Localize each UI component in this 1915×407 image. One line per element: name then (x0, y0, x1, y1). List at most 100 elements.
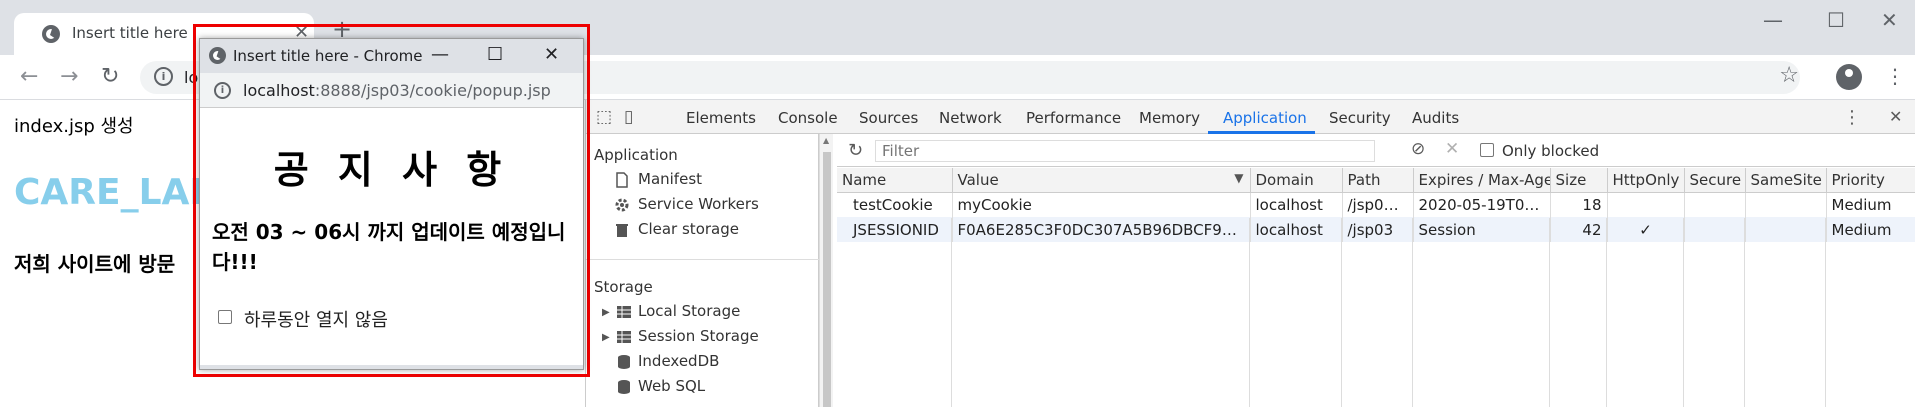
tab-application[interactable]: Application (1223, 109, 1307, 127)
reload-icon[interactable]: ↻ (101, 64, 119, 89)
clear-icon[interactable]: ✕ (1445, 139, 1459, 159)
gear-icon (615, 198, 629, 212)
column-header-secure[interactable]: Secure (1684, 168, 1746, 193)
cell-priority: Medium (1826, 192, 1915, 217)
devtools-panel: ⬚ ▯ Elements Console Sources Network Per… (585, 100, 1915, 407)
care-lab-title: CARE_LAB (14, 172, 217, 213)
cell-httponly (1607, 192, 1685, 217)
inspect-element-icon[interactable]: ⬚ (596, 107, 612, 127)
filter-input[interactable] (875, 140, 1375, 162)
globe-icon (42, 25, 60, 43)
column-divider (1825, 218, 1826, 407)
popup-url-host: localhost (243, 81, 315, 100)
column-divider (1606, 218, 1607, 407)
database-icon (618, 355, 630, 369)
cell-expires: 2020-05-19T00:3... (1413, 192, 1551, 217)
menu-icon[interactable]: ⋮ (1885, 64, 1905, 88)
page-heading: index.jsp 생성 (14, 116, 134, 137)
expand-arrow-icon[interactable]: ▶ (602, 307, 610, 318)
dont-open-today-checkbox[interactable] (218, 310, 232, 324)
sort-desc-icon: ▼ (1234, 171, 1244, 185)
only-blocked-checkbox[interactable] (1480, 143, 1494, 157)
block-icon[interactable]: ⊘ (1411, 139, 1425, 159)
column-header-domain[interactable]: Domain (1250, 168, 1343, 193)
popup-maximize-icon[interactable]: ☐ (487, 44, 503, 65)
profile-icon[interactable] (1836, 64, 1862, 90)
column-header-samesite[interactable]: SameSite (1745, 168, 1827, 193)
grid-icon (617, 331, 631, 343)
popup-address-bar[interactable]: i localhost:8888/jsp03/cookie/popup.jsp (200, 73, 583, 108)
devtools-close-icon[interactable]: ✕ (1889, 107, 1902, 126)
popup-title: Insert title here - Chrome (233, 47, 423, 65)
expand-arrow-icon[interactable]: ▶ (602, 332, 610, 343)
notice-text: 오전 03 ~ 06시 까지 업데이트 예정입니다!!! (212, 220, 566, 274)
popup-body: 공 지 사 항 오전 03 ~ 06시 까지 업데이트 예정입니다!!! 하루동… (200, 109, 583, 369)
star-icon[interactable]: ☆ (1779, 63, 1799, 88)
sidebar-item-manifest[interactable]: Manifest (638, 170, 702, 188)
column-divider (1549, 218, 1550, 407)
column-header-expires[interactable]: Expires / Max-Age (1413, 168, 1551, 193)
tab-elements[interactable]: Elements (686, 109, 756, 127)
sidebar-item-indexeddb[interactable]: IndexedDB (638, 352, 719, 370)
column-divider (1249, 218, 1250, 407)
forward-icon[interactable]: → (60, 64, 78, 89)
tab-performance[interactable]: Performance (1026, 109, 1121, 127)
only-blocked-label: Only blocked (1502, 142, 1600, 160)
trash-icon (616, 224, 628, 237)
sidebar-item-local-storage[interactable]: Local Storage (638, 302, 740, 320)
scrollbar-thumb[interactable] (823, 152, 831, 407)
cell-size: 18 (1550, 192, 1608, 217)
tab-network[interactable]: Network (939, 109, 1002, 127)
column-divider (1744, 218, 1745, 407)
device-toolbar-icon[interactable]: ▯ (624, 107, 633, 127)
column-divider (951, 218, 952, 407)
manifest-icon (616, 172, 628, 188)
sidebar-item-session-storage[interactable]: Session Storage (638, 327, 759, 345)
filter-bar: ↻ ⊘ ✕ Only blocked (837, 134, 1915, 167)
devtools-menu-icon[interactable]: ⋮ (1843, 107, 1861, 128)
database-icon (618, 380, 630, 394)
window-close-icon[interactable]: ✕ (1881, 8, 1898, 32)
sidebar-item-web-sql[interactable]: Web SQL (638, 377, 705, 395)
sidebar-group-application: Application (594, 146, 678, 164)
sidebar-divider (586, 259, 819, 260)
tab-sources[interactable]: Sources (859, 109, 918, 127)
cell-domain: localhost (1250, 192, 1343, 217)
column-header-size[interactable]: Size (1550, 168, 1608, 193)
scroll-up-icon[interactable]: ▲ (823, 136, 829, 145)
info-icon[interactable]: i (214, 82, 231, 99)
back-icon[interactable]: ← (20, 64, 38, 89)
table-empty-area (837, 218, 1915, 407)
info-icon[interactable]: i (154, 67, 173, 86)
column-header-httponly[interactable]: HttpOnly (1607, 168, 1685, 193)
dont-open-today-label[interactable]: 하루동안 열지 않음 (244, 306, 388, 332)
maximize-icon[interactable]: ☐ (1827, 8, 1845, 32)
column-header-priority[interactable]: Priority (1826, 168, 1915, 193)
popup-url-path: :8888/jsp03/cookie/popup.jsp (314, 81, 551, 100)
column-header-name[interactable]: Name (837, 168, 953, 193)
minimize-icon[interactable]: — (1763, 8, 1783, 32)
cell-samesite (1745, 192, 1827, 217)
tab-console[interactable]: Console (778, 109, 838, 127)
cell-path: /jsp03/... (1342, 192, 1414, 217)
popup-titlebar[interactable]: Insert title here - Chrome — ☐ ✕ (200, 39, 583, 73)
sidebar-item-service-workers[interactable]: Service Workers (638, 195, 759, 213)
column-divider (1683, 218, 1684, 407)
tab-security[interactable]: Security (1329, 109, 1391, 127)
popup-bottom-edge (200, 365, 583, 369)
table-row[interactable]: testCookie myCookie localhost /jsp03/...… (837, 192, 1915, 217)
tab-audits[interactable]: Audits (1412, 109, 1459, 127)
sidebar-scrollbar[interactable]: ▲ (819, 134, 833, 407)
table-header-row: Name Value ▼ Domain Path Expires / Max-A… (837, 168, 1915, 193)
devtools-tabbar: ⬚ ▯ Elements Console Sources Network Per… (586, 100, 1915, 134)
refresh-icon[interactable]: ↻ (848, 140, 863, 161)
popup-minimize-icon[interactable]: — (431, 44, 449, 65)
sidebar-item-clear-storage[interactable]: Clear storage (638, 220, 739, 238)
tab-memory[interactable]: Memory (1139, 109, 1200, 127)
cell-secure (1684, 192, 1746, 217)
column-header-value[interactable]: Value ▼ (952, 168, 1251, 193)
column-header-path[interactable]: Path (1342, 168, 1414, 193)
cell-name: testCookie (837, 192, 953, 217)
cell-value: myCookie (952, 192, 1251, 217)
popup-close-icon[interactable]: ✕ (544, 44, 559, 65)
